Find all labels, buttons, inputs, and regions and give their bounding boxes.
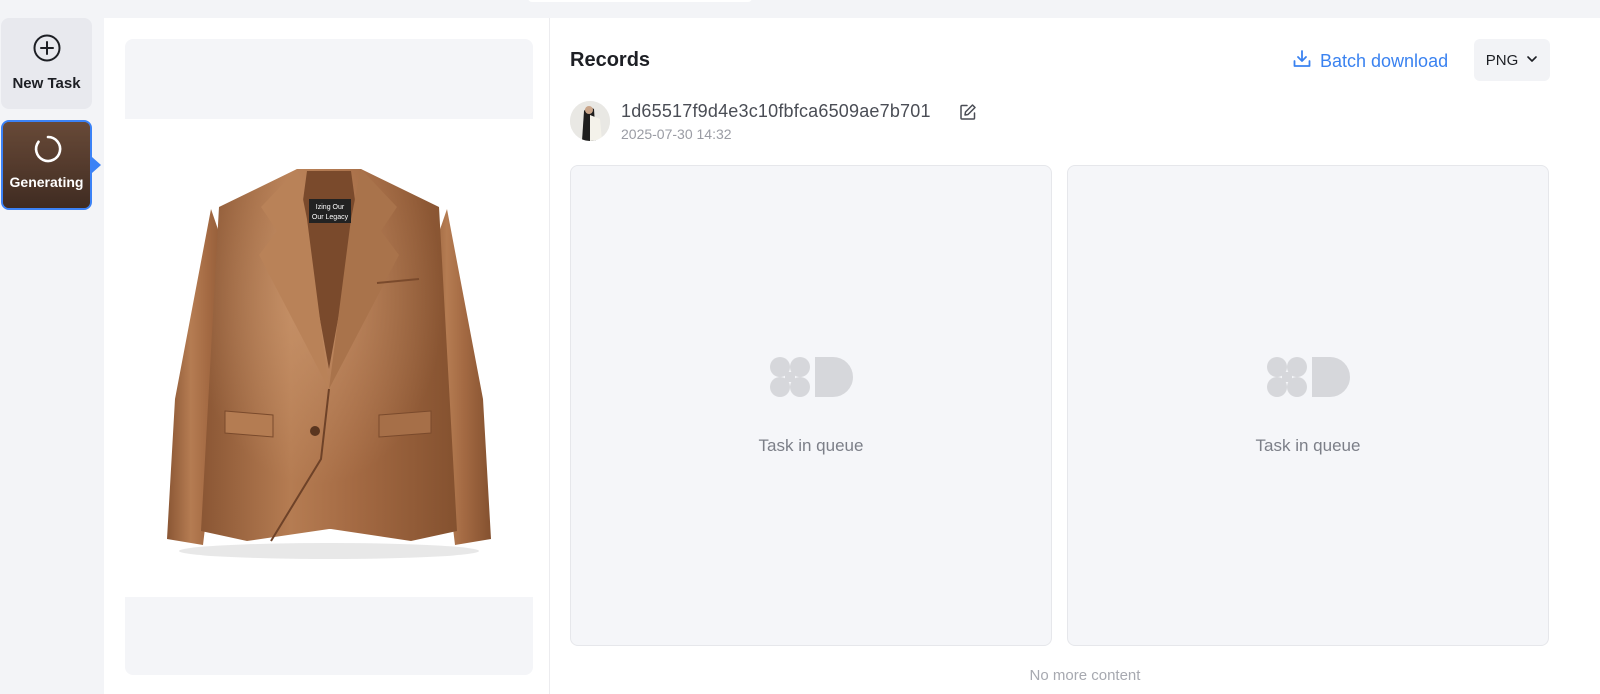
new-task-label: New Task (12, 75, 81, 92)
edit-icon[interactable] (959, 103, 977, 126)
records-title: Records (570, 49, 651, 71)
no-more-content: No more content (104, 667, 1600, 684)
download-icon (1292, 49, 1312, 74)
card-status: Task in queue (1255, 436, 1361, 455)
loading-spinner-icon (33, 134, 63, 169)
batch-download-button[interactable]: Batch download (1292, 49, 1448, 74)
card-status: Task in queue (758, 436, 864, 455)
main-panel: Izing Our Our Legacy Records Batch downl… (104, 18, 1600, 694)
source-image-preview[interactable]: Izing Our Our Legacy (125, 39, 533, 675)
placeholder-logo-icon (769, 356, 855, 403)
plus-circle-icon (33, 34, 61, 67)
panel-divider (549, 18, 550, 694)
format-select[interactable]: PNG (1474, 39, 1550, 81)
new-task-button[interactable]: New Task (1, 18, 92, 109)
batch-download-label: Batch download (1320, 51, 1449, 71)
active-task-thumbnail[interactable]: Generating (1, 120, 92, 210)
active-pointer (92, 157, 101, 173)
placeholder-logo-icon (1266, 356, 1352, 403)
top-tab-edge (528, 0, 752, 2)
record-date: 2025-07-30 14:32 (621, 126, 732, 142)
leather-jacket-image: Izing Our Our Legacy (167, 169, 491, 559)
tag-line2: Our Legacy (312, 214, 349, 221)
record-id: 1d65517f9d4e3c10fbfca6509ae7b701 (621, 101, 931, 121)
chevron-down-icon (1526, 52, 1538, 69)
record-avatar (570, 101, 610, 141)
result-card[interactable]: Task in queue (570, 165, 1052, 646)
format-value: PNG (1485, 51, 1519, 69)
no-more-label: No more content (1029, 667, 1141, 684)
tag-line1: Izing Our (316, 204, 345, 211)
task-rail: New Task Generating (0, 0, 104, 694)
result-card[interactable]: Task in queue (1067, 165, 1549, 646)
generating-label: Generating (9, 174, 84, 190)
